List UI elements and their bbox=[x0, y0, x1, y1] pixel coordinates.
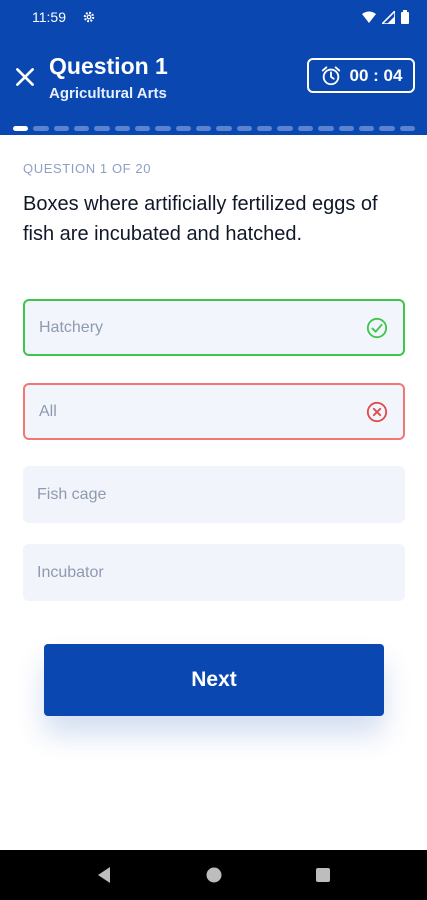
battery-icon bbox=[401, 10, 409, 24]
question-progress-bar bbox=[13, 126, 415, 132]
progress-segment bbox=[216, 126, 232, 131]
progress-segment bbox=[175, 126, 192, 131]
answer-option-label: Hatchery bbox=[39, 318, 104, 336]
progress-segment bbox=[114, 126, 131, 131]
answer-option-label: Fish cage bbox=[37, 485, 107, 503]
progress-segment bbox=[135, 126, 151, 131]
answer-option-label: Incubator bbox=[37, 563, 104, 581]
progress-segment bbox=[318, 126, 334, 131]
progress-segment bbox=[236, 126, 253, 131]
status-bar: 11:59 bbox=[0, 0, 427, 34]
cell-signal-icon bbox=[382, 10, 395, 24]
progress-segment bbox=[338, 126, 354, 131]
status-icons bbox=[362, 10, 409, 24]
progress-segment bbox=[358, 126, 375, 131]
next-button[interactable]: Next bbox=[44, 644, 384, 716]
alarm-clock-icon bbox=[321, 65, 340, 85]
progress-segment bbox=[13, 126, 29, 131]
question-counter: QUESTION 1 OF 20 bbox=[23, 161, 152, 176]
question-text: Boxes where artificially fertilized eggs… bbox=[23, 193, 378, 245]
android-nav-bar bbox=[0, 850, 427, 900]
progress-segment bbox=[399, 126, 415, 131]
recents-square-icon[interactable] bbox=[314, 866, 332, 884]
app-header: 11:59 Question 1 Agricultural Arts 00: … bbox=[0, 0, 427, 135]
home-circle-icon[interactable] bbox=[205, 866, 223, 884]
answer-option-3[interactable]: Fish cage bbox=[23, 466, 405, 523]
x-circle-icon bbox=[366, 401, 388, 422]
timer-value: 00 : 04 bbox=[349, 65, 403, 85]
progress-segment bbox=[297, 126, 314, 131]
answer-option-4[interactable]: Incubator bbox=[23, 544, 405, 601]
check-circle-icon bbox=[366, 317, 388, 338]
answer-option-1[interactable]: Hatchery bbox=[23, 299, 405, 356]
answer-option-2[interactable]: All bbox=[23, 383, 405, 440]
progress-segment bbox=[379, 126, 395, 131]
progress-segment bbox=[74, 126, 90, 131]
progress-segment bbox=[155, 126, 171, 131]
progress-segment bbox=[196, 126, 212, 131]
progress-segment bbox=[257, 126, 273, 131]
progress-segment bbox=[53, 126, 70, 131]
progress-segment bbox=[94, 126, 110, 131]
answer-option-label: All bbox=[39, 402, 57, 420]
back-triangle-icon[interactable] bbox=[95, 865, 113, 885]
page-title: Question 1 bbox=[49, 53, 168, 79]
settings-gear-icon bbox=[83, 11, 95, 23]
status-time: 11:59 bbox=[32, 9, 66, 25]
wifi-icon bbox=[362, 11, 376, 23]
close-icon[interactable] bbox=[12, 64, 38, 90]
progress-segment bbox=[33, 126, 49, 131]
category-subtitle: Agricultural Arts bbox=[49, 85, 167, 102]
timer-badge: 00 : 04 bbox=[307, 58, 415, 93]
progress-segment bbox=[277, 126, 293, 131]
